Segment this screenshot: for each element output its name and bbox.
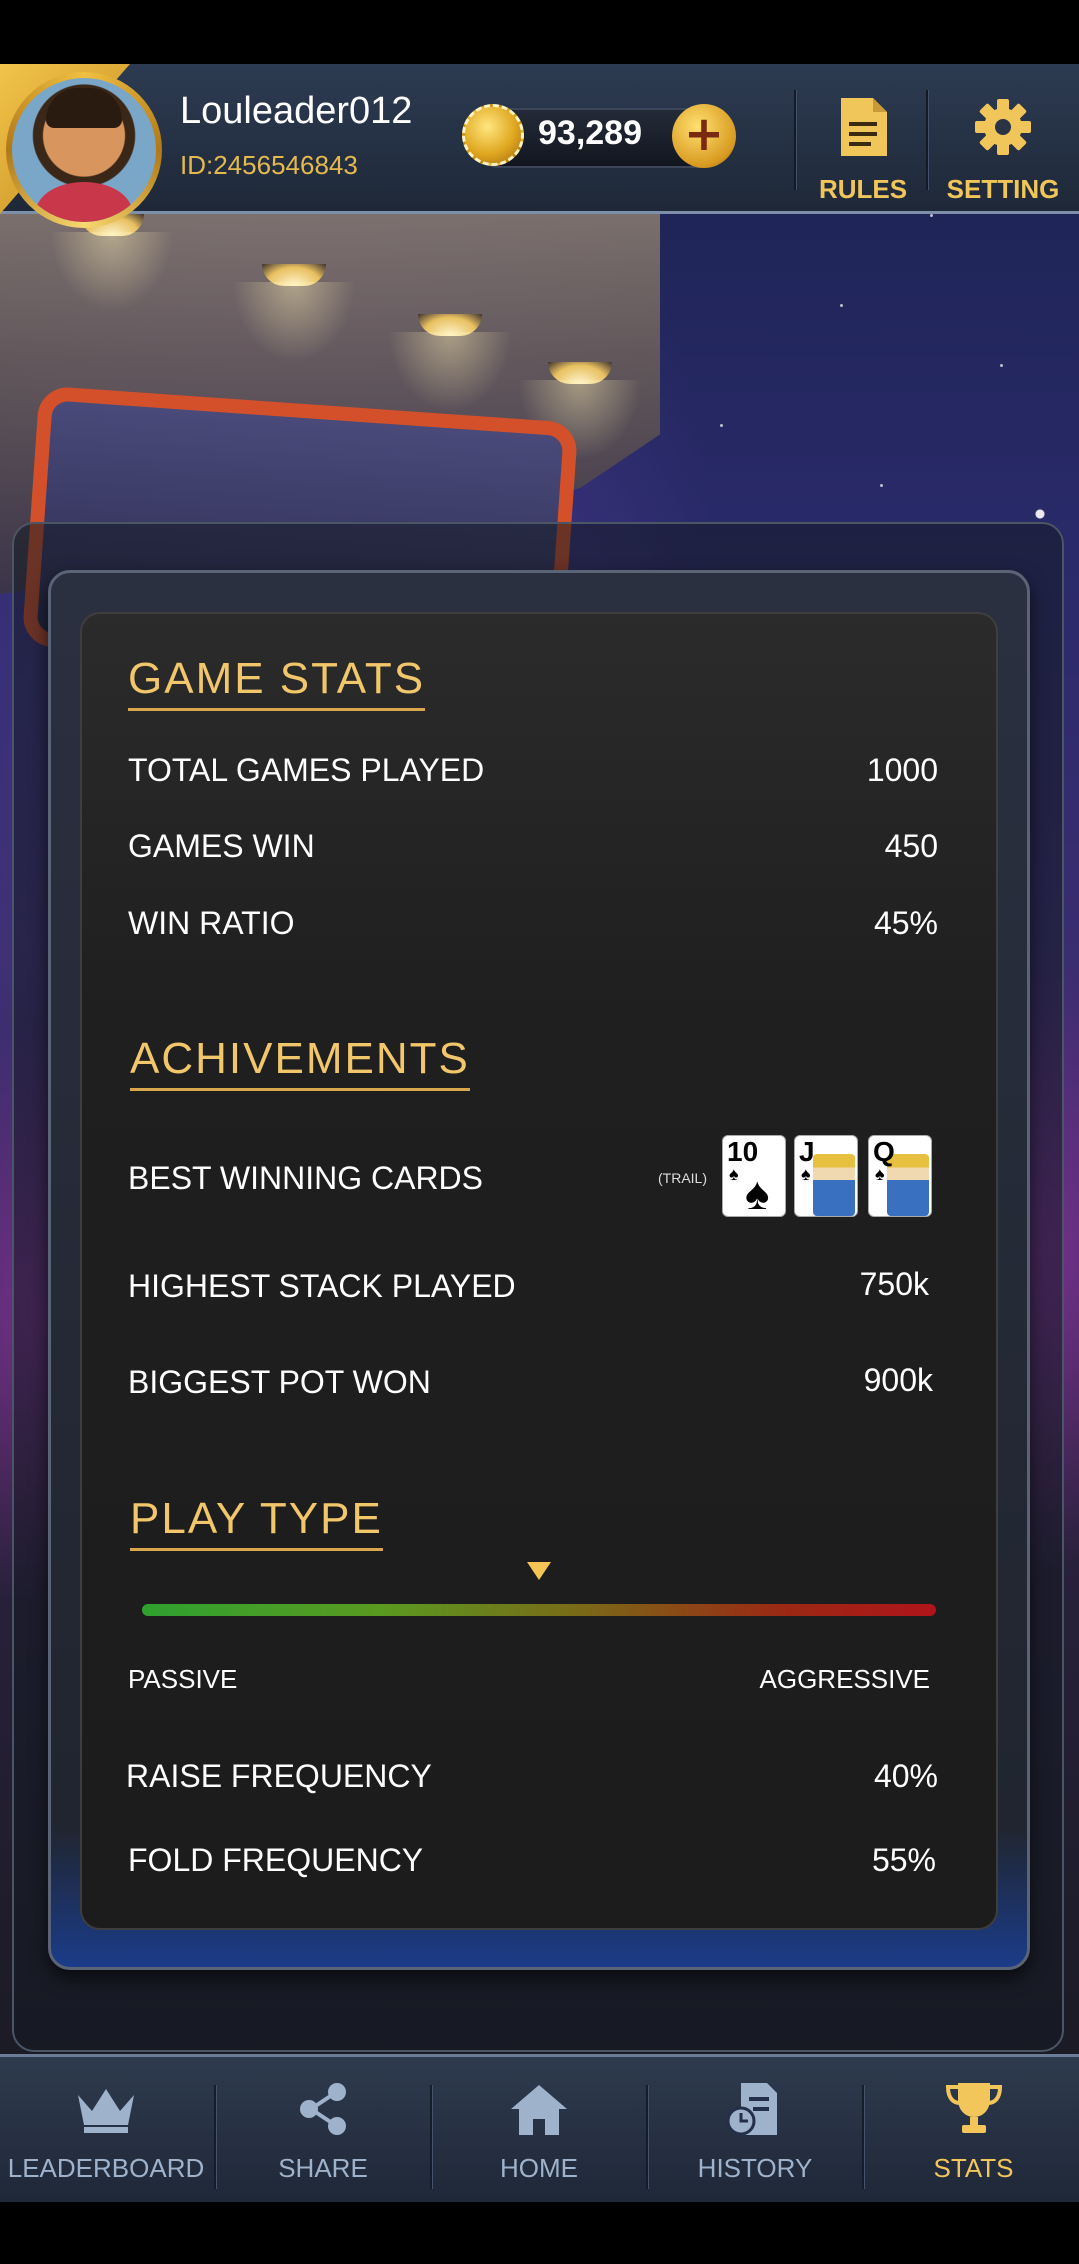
aggressive-label: AGGRESSIVE [759, 1664, 931, 1694]
background-star [840, 304, 843, 307]
nav-stats-label: STATS [933, 2153, 1014, 2183]
setting-label: SETTING [946, 174, 1060, 204]
spade-icon: ♠ [745, 1167, 770, 1217]
username: Louleader012 [180, 90, 413, 132]
nav-divider [430, 2085, 433, 2189]
background-star [1000, 364, 1003, 367]
spade-icon: ♠ [801, 1164, 811, 1184]
avatar[interactable] [6, 72, 162, 228]
nav-history[interactable]: HISTORY [652, 2057, 858, 2205]
spade-icon: ♠ [875, 1164, 885, 1184]
highest-stack-label: HIGHEST STACK PLAYED [128, 1268, 516, 1304]
nav-leaderboard[interactable]: LEADERBOARD [0, 2057, 212, 2205]
gear-icon [975, 99, 1031, 155]
setting-button[interactable]: SETTING [946, 94, 1060, 205]
nav-leaderboard-label: LEADERBOARD [7, 2153, 205, 2183]
nav-history-label: HISTORY [697, 2153, 813, 2183]
background-star [930, 214, 933, 217]
games-win-label: GAMES WIN [128, 828, 315, 864]
playing-card-jack-spades: J ♠ [794, 1135, 858, 1217]
best-cards-label: BEST WINNING CARDS [128, 1160, 483, 1196]
coin-balance: 93,289 [538, 114, 642, 152]
nav-home-label: HOME [500, 2153, 578, 2183]
nav-stats[interactable]: STATS [868, 2057, 1079, 2205]
jack-face-icon [813, 1154, 855, 1216]
highest-stack-value: 750k [859, 1266, 929, 1302]
biggest-pot-value: 900k [863, 1362, 933, 1398]
total-games-value: 1000 [866, 752, 938, 788]
win-ratio-label: WIN RATIO [128, 905, 295, 941]
game-stats-title: GAME STATS [128, 654, 426, 711]
total-games-label: TOTAL GAMES PLAYED [128, 752, 485, 788]
background-star [880, 484, 883, 487]
play-type-marker-icon [527, 1562, 551, 1580]
fold-frequency-value: 55% [871, 1842, 936, 1878]
playing-card-queen-spades: Q ♠ [868, 1135, 932, 1217]
nav-divider [646, 2085, 649, 2189]
play-type-title: PLAY TYPE [130, 1494, 383, 1551]
top-bar: Louleader012 ID:2456546843 93,289 + RULE… [0, 64, 1079, 228]
background-lamp [518, 362, 642, 460]
fold-frequency-label: FOLD FREQUENCY [128, 1842, 424, 1878]
bottom-nav: LEADERBOARD SHARE HOME HISTORY STATS [0, 2054, 1079, 2202]
home-icon [511, 2085, 567, 2135]
win-ratio-value: 45% [873, 905, 938, 941]
header-divider [926, 90, 929, 190]
best-cards-type: (TRAIL) [658, 1170, 707, 1186]
history-icon [726, 2083, 777, 2136]
biggest-pot-label: BIGGEST POT WON [128, 1364, 431, 1400]
background-lamp [388, 314, 512, 412]
add-coins-button[interactable]: + [672, 104, 736, 168]
user-id: ID:2456546843 [180, 150, 358, 180]
rules-button[interactable]: RULES [818, 94, 908, 205]
header-divider [794, 90, 797, 190]
crown-icon [78, 2089, 134, 2133]
playing-card-10-spades: 10 ♠ ♠ [722, 1135, 786, 1217]
background-star [720, 424, 723, 427]
games-win-value: 450 [884, 828, 938, 864]
passive-label: PASSIVE [128, 1664, 238, 1694]
rules-label: RULES [818, 174, 908, 204]
raise-frequency-value: 40% [873, 1758, 938, 1794]
achievements-title: ACHIVEMENTS [130, 1034, 470, 1091]
nav-share[interactable]: SHARE [220, 2057, 426, 2205]
coin-icon [462, 104, 524, 166]
nav-home[interactable]: HOME [436, 2057, 642, 2205]
trophy-icon [945, 2083, 1002, 2133]
spade-icon: ♠ [729, 1164, 739, 1184]
share-icon [300, 2083, 346, 2135]
play-type-meter [142, 1604, 936, 1616]
nav-share-label: SHARE [278, 2153, 368, 2183]
background-lamp [232, 264, 356, 362]
raise-frequency-label: RAISE FREQUENCY [126, 1758, 432, 1794]
document-icon [841, 98, 887, 156]
nav-divider [862, 2085, 865, 2189]
nav-divider [214, 2085, 217, 2189]
avatar-image [12, 78, 156, 222]
